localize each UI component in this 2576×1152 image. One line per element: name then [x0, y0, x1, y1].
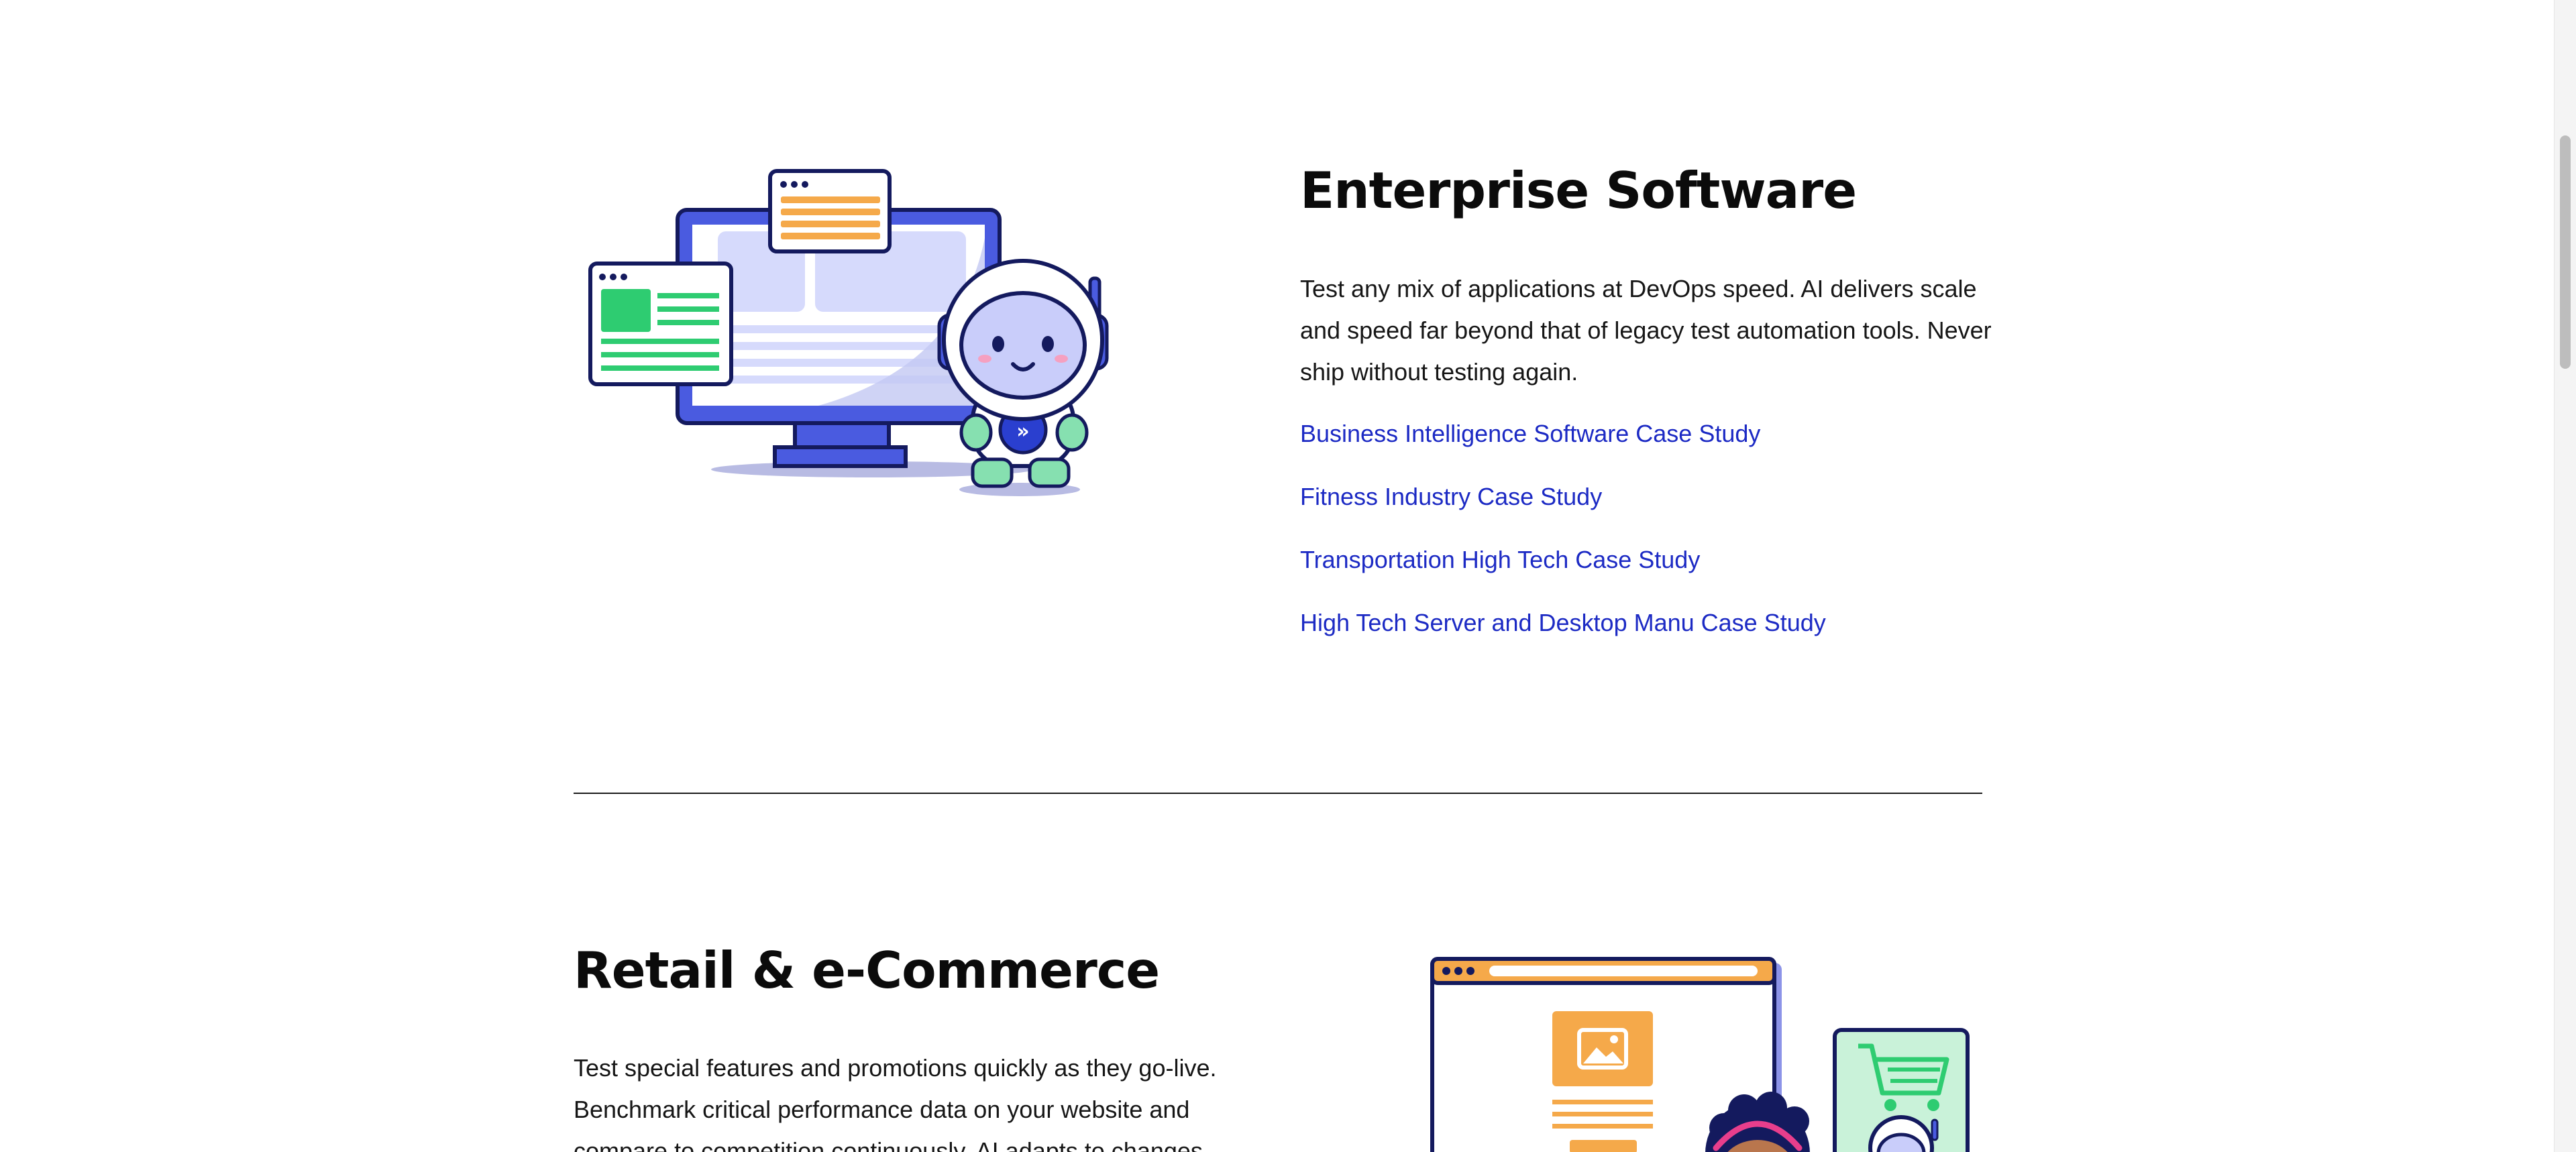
case-study-link-fitness[interactable]: Fitness Industry Case Study — [1300, 483, 1602, 511]
page-scrollbar[interactable] — [2554, 0, 2576, 1152]
case-study-link-high-tech-server[interactable]: High Tech Server and Desktop Manu Case S… — [1300, 609, 1826, 637]
enterprise-title: Enterprise Software — [1300, 161, 1857, 220]
case-study-link-transportation[interactable]: Transportation High Tech Case Study — [1300, 546, 1700, 574]
retail-illustration — [1430, 957, 1970, 1152]
retail-title: Retail & e-Commerce — [574, 941, 1160, 1000]
scrollbar-thumb[interactable] — [2560, 135, 2571, 369]
enterprise-illustration: » — [588, 169, 1109, 496]
case-study-link-business-intelligence[interactable]: Business Intelligence Software Case Stud… — [1300, 420, 1760, 448]
retail-description-clip: Test special features and promotions qui… — [574, 1047, 1244, 1152]
svg-text:»: » — [1016, 420, 1029, 443]
enterprise-description: Test any mix of applications at DevOps s… — [1300, 275, 1992, 386]
retail-description: Test special features and promotions qui… — [574, 1054, 1217, 1152]
section-divider — [574, 793, 1982, 794]
